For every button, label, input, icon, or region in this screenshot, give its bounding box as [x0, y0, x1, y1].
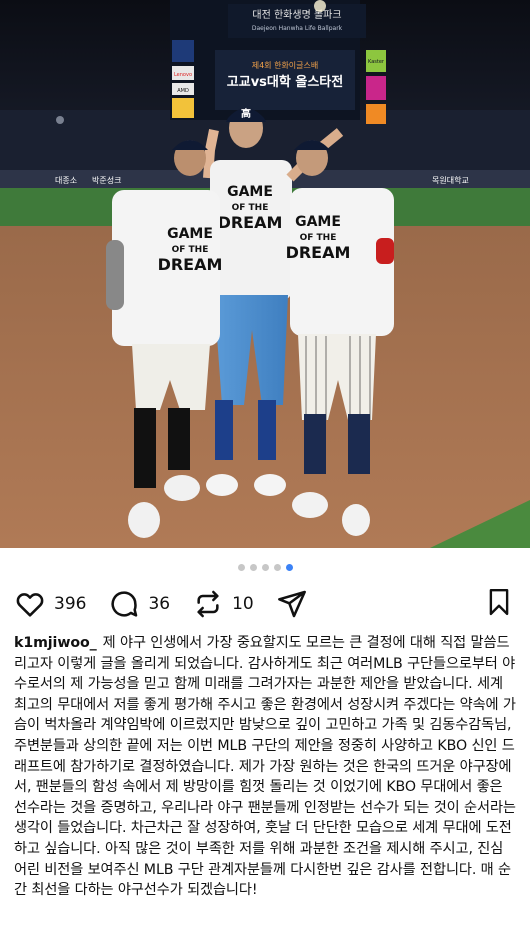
shirt-line-1: GAME — [227, 184, 273, 200]
banner-item: 박준성크 — [92, 175, 121, 185]
ad-kaster: Kaster — [368, 59, 385, 65]
action-bar: 396 36 10 — [14, 586, 514, 622]
post-caption: k1mjiwoo_ 제 야구 인생에서 가장 중요할지도 모르는 큰 결정에 대해… — [14, 633, 519, 901]
carousel-dot[interactable] — [237, 563, 245, 571]
shirt-line-3: DREAM — [286, 243, 351, 262]
shirt-line-1: GAME — [167, 226, 213, 242]
shirt-line-1: GAME — [295, 214, 341, 230]
comment-button[interactable]: 36 — [108, 588, 170, 620]
carousel-indicator[interactable] — [0, 560, 530, 574]
bookmark-icon — [489, 588, 509, 616]
shirt-line-3: DREAM — [218, 213, 283, 232]
repost-icon — [197, 590, 219, 618]
like-count: 396 — [54, 594, 87, 614]
cap-logo: 高 — [241, 107, 251, 120]
save-button[interactable] — [484, 586, 514, 622]
stadium-sign-en: Daejeon Hanwha Life Ballpark — [252, 25, 343, 32]
carousel-dot[interactable] — [273, 563, 281, 571]
repost-count: 10 — [232, 594, 254, 614]
repost-button[interactable]: 10 — [192, 588, 254, 620]
stadium-light — [314, 0, 326, 12]
carousel-dot[interactable] — [249, 563, 257, 571]
comment-icon — [111, 591, 138, 617]
shirt-line-3: DREAM — [158, 255, 223, 274]
ad-amd: AMD — [177, 88, 189, 94]
board-title: 고교vs대학 올스타전 — [227, 74, 343, 90]
right-ad-panels: Kaster — [366, 50, 386, 124]
send-icon — [277, 590, 306, 618]
share-button[interactable] — [276, 588, 308, 620]
left-ad-panels: Lenovo AMD — [172, 40, 194, 118]
stadium-sign-kr: 대전 한화생명 볼파크 — [252, 9, 341, 21]
username-link[interactable]: k1mjiwoo_ — [14, 635, 97, 651]
ad-lenovo: Lenovo — [174, 72, 192, 78]
banner-item: 대종소 — [55, 176, 77, 185]
board-event: 제4회 한화이글스배 — [252, 60, 319, 70]
caption-text: 제 야구 인생에서 가장 중요할지도 모르는 큰 결정에 대해 직접 말씀드리고… — [14, 635, 516, 899]
comment-count: 36 — [148, 594, 171, 614]
carousel-dot[interactable] — [261, 563, 269, 571]
heart-icon — [16, 593, 44, 617]
post-photo[interactable]: 대전 한화생명 볼파크 Daejeon Hanwha Life Ballpark… — [0, 0, 530, 548]
scoreboard: 대전 한화생명 볼파크 Daejeon Hanwha Life Ballpark… — [170, 0, 366, 120]
shirt-line-2: OF THE — [300, 233, 337, 243]
like-button[interactable]: 396 — [14, 588, 86, 620]
shirt-line-2: OF THE — [172, 245, 209, 255]
stadium-light — [56, 116, 64, 124]
shirt-line-2: OF THE — [232, 203, 269, 213]
banner-item: 목원대학교 — [432, 175, 469, 185]
carousel-dot[interactable] — [285, 563, 293, 571]
